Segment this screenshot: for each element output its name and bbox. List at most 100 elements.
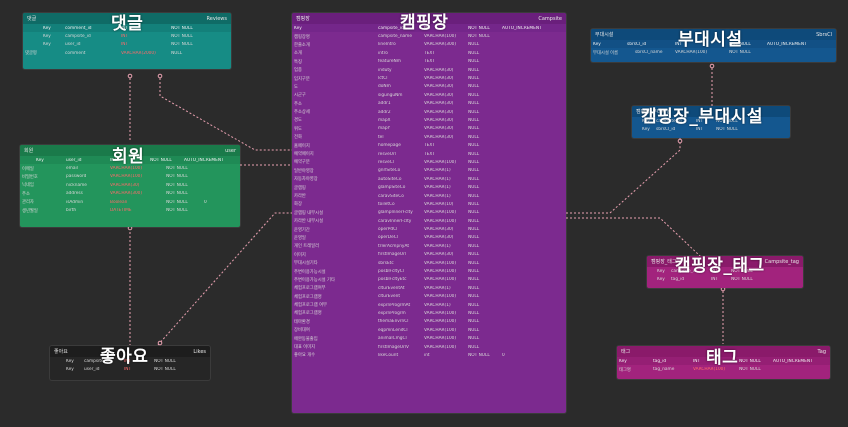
entity-title-member: 회원 (112, 147, 145, 167)
erd-canvas: 댓글 Reviews Key comment_id INT NOT NULL K… (0, 0, 848, 427)
column-row[interactable]: 특징 featureNm TEXT NULL (292, 58, 566, 66)
column-type: VARCHAR(100) (424, 159, 457, 165)
entity-name-en: Campsite (538, 15, 562, 22)
column-row[interactable]: 주소상세 addr2 VARCHAR(30) NULL (292, 108, 566, 116)
column-null: NULL (468, 319, 480, 325)
column-row[interactable]: 주소 address VARCHAR(300) NOT NULL (20, 190, 240, 198)
column-label: 주소 (294, 101, 302, 107)
column-null: NULL (468, 252, 480, 258)
column-type: VARCHAR(30) (424, 117, 454, 123)
column-null: NULL (468, 302, 480, 308)
column-row[interactable]: 자동차야영장 autoSiteCo VARCHAR(1) NULL (292, 175, 566, 183)
column-row[interactable]: 캠핑장명 campsite_name VARCHAR(100) NOT NULL (292, 32, 566, 40)
column-row[interactable]: 주소 addr1 VARCHAR(30) NULL (292, 100, 566, 108)
column-row[interactable]: 한줄소개 lineIntro VARCHAR(300) NULL (292, 41, 566, 49)
column-row[interactable]: 카라반 caravSiteCo VARCHAR(1) NULL (292, 192, 566, 200)
column-row[interactable]: 예약페이지 resveUrl TEXT NULL (292, 150, 566, 158)
column-row[interactable]: 개인 트레일러 trlerAcmpnyAt VARCHAR(1) NULL (292, 242, 566, 250)
column-row[interactable]: 소개 intro TEXT NULL (292, 49, 566, 57)
column-row[interactable]: 체험프로그램 여부 exprnProgrmAt VARCHAR(1) NULL (292, 301, 566, 309)
column-null: NULL (468, 235, 480, 241)
column-row[interactable]: 일반야영장 gnrlSiteCo VARCHAR(1) NULL (292, 167, 566, 175)
column-row[interactable]: 글램핑 내부시설 glampInnerFclty VARCHAR(100) NULL (292, 209, 566, 217)
column-row[interactable]: 댓글평 comment VARCHAR(2000) NULL (23, 49, 231, 57)
column-row[interactable]: 입지구분 lctCl VARCHAR(30) NULL (292, 74, 566, 82)
column-row[interactable]: 운영일 operDeCl VARCHAR(30) NULL (292, 234, 566, 242)
column-row[interactable]: 전화 tel VARCHAR(30) NULL (292, 133, 566, 141)
entity-campsite[interactable]: 캠핑장 Campsite Key campsite_id INT NOT NUL… (292, 13, 566, 413)
column-type: VARCHAR(1) (424, 176, 451, 182)
column-null: NULL (468, 285, 480, 291)
column-type: VARCHAR(100) (424, 327, 457, 333)
column-label: 체험프로그램명 (294, 294, 322, 300)
column-null: NULL (468, 76, 480, 82)
key-icon: Key (619, 358, 627, 364)
column-row[interactable]: 좋아요 개수 likeCount int NOT NULL 0 (292, 351, 566, 359)
column-label: 부대시설기타 (294, 261, 318, 267)
column-type: VARCHAR(100) (424, 344, 457, 350)
column-row[interactable]: 경도 mapX VARCHAR(30) NULL (292, 116, 566, 124)
column-label: 대표 이미지 (294, 345, 316, 351)
column-name: toiletCo (378, 201, 395, 207)
link-end-marker (157, 73, 163, 79)
column-label: 운영기간 (294, 227, 310, 233)
entity-title-campsite: 캠핑장 (400, 13, 449, 33)
column-row[interactable]: 체험프로그램명 exprnProgrm VARCHAR(100) NULL (292, 309, 566, 317)
column-name: resveCl (378, 159, 394, 165)
column-row[interactable]: 부대시설기타 sbrsEtc VARCHAR(100) NULL (292, 259, 566, 267)
column-row[interactable]: 업종 induty VARCHAR(30) NULL (292, 66, 566, 74)
column-null: NULL (468, 42, 480, 48)
column-label: 소개 (294, 51, 302, 57)
column-label: 홈페이지 (294, 143, 310, 149)
column-row[interactable]: 도 doNm VARCHAR(30) NULL (292, 83, 566, 91)
column-row[interactable]: 장비대여 eqpmnLendCl VARCHAR(100) NULL (292, 326, 566, 334)
column-name: glampSiteCo (378, 185, 406, 191)
column-null: NULL (468, 176, 480, 182)
column-row[interactable]: 카라반 내부시설 caravInnerFclty VARCHAR(100) NULL (292, 217, 566, 225)
column-type: VARCHAR(30) (424, 76, 454, 82)
column-row[interactable]: 비밀번호 password VARCHAR(100) NOT NULL (20, 173, 240, 181)
entity-title-comment: 댓글 (111, 14, 144, 34)
column-label: 도 (294, 84, 298, 90)
column-row[interactable]: Key tag_id INT NOT NULL (647, 275, 803, 283)
key-icon: Key (642, 127, 650, 133)
column-row[interactable]: 홈페이지 homepage TEXT NULL (292, 141, 566, 149)
column-null: NULL (468, 243, 480, 249)
column-row[interactable]: 닉네임 nickname VARCHAR(30) NOT NULL (20, 181, 240, 189)
column-row[interactable]: Key user_id INT NOT NULL (23, 41, 231, 49)
column-row[interactable]: 운영기간 operPdCl VARCHAR(30) NULL (292, 225, 566, 233)
column-row[interactable]: 주변이용가능시설 posblFcltyCl VARCHAR(100) NULL (292, 267, 566, 275)
column-null: NULL (468, 84, 480, 90)
column-row[interactable]: 관리자 isAdmin Boolean NOT NULL 0 (20, 198, 240, 206)
column-null: NULL (468, 134, 480, 140)
entity-name-en: Campsite_tag (764, 258, 799, 265)
column-row[interactable]: 글램핑 glampSiteCo VARCHAR(1) NULL (292, 183, 566, 191)
column-row[interactable]: 위도 mapY VARCHAR(30) NULL (292, 125, 566, 133)
column-row[interactable]: 테마환경 themaEnvrnCl VARCHAR(100) NULL (292, 318, 566, 326)
column-label: 체험프로그램 여부 (294, 303, 327, 309)
column-row[interactable]: 애완동물출입 animalCmgCl VARCHAR(100) NULL (292, 334, 566, 342)
column-name: sigunguNm (378, 92, 403, 98)
column-label: 체험프로그램명 (294, 311, 322, 317)
column-row[interactable]: 이미지 firstImageUrl VARCHAR(30) NULL (292, 251, 566, 259)
column-row[interactable]: 체험프로그램여부 clturEventAt VARCHAR(1) NULL (292, 284, 566, 292)
column-label: 한줄소개 (294, 42, 310, 48)
column-name: mapY (378, 126, 391, 132)
column-row[interactable]: 대표 이미지 firstImageUrlV VARCHAR(100) NULL (292, 343, 566, 351)
column-name: intro (378, 50, 388, 56)
column-row[interactable]: 시군구 sigunguNm VARCHAR(30) NULL (292, 91, 566, 99)
entity-title-campsite-facility: 캠핑장_부대시설 (641, 107, 763, 127)
column-null: NULL (468, 327, 480, 333)
column-row[interactable]: 체험프로그램명 clturEvent VARCHAR(100) NULL (292, 293, 566, 301)
column-type: VARCHAR(30) (424, 92, 454, 98)
column-row[interactable]: 생년월일 birth DATETIME NOT NULL (20, 206, 240, 214)
entity-name-en: user (225, 147, 236, 154)
column-row[interactable]: 주변이용가능시설 기타 posblFcltyEtc VARCHAR(100) NULL (292, 276, 566, 284)
column-row[interactable]: 예약구분 resveCl VARCHAR(100) NULL (292, 158, 566, 166)
column-null: NULL (468, 310, 480, 316)
entity-name-en: Tag (817, 348, 826, 355)
column-null: NULL (468, 344, 480, 350)
column-label: 위도 (294, 126, 302, 132)
column-row[interactable]: 화장 toiletCo VARCHAR(10) NULL (292, 200, 566, 208)
column-label: 카라반 내부시설 (294, 219, 324, 225)
